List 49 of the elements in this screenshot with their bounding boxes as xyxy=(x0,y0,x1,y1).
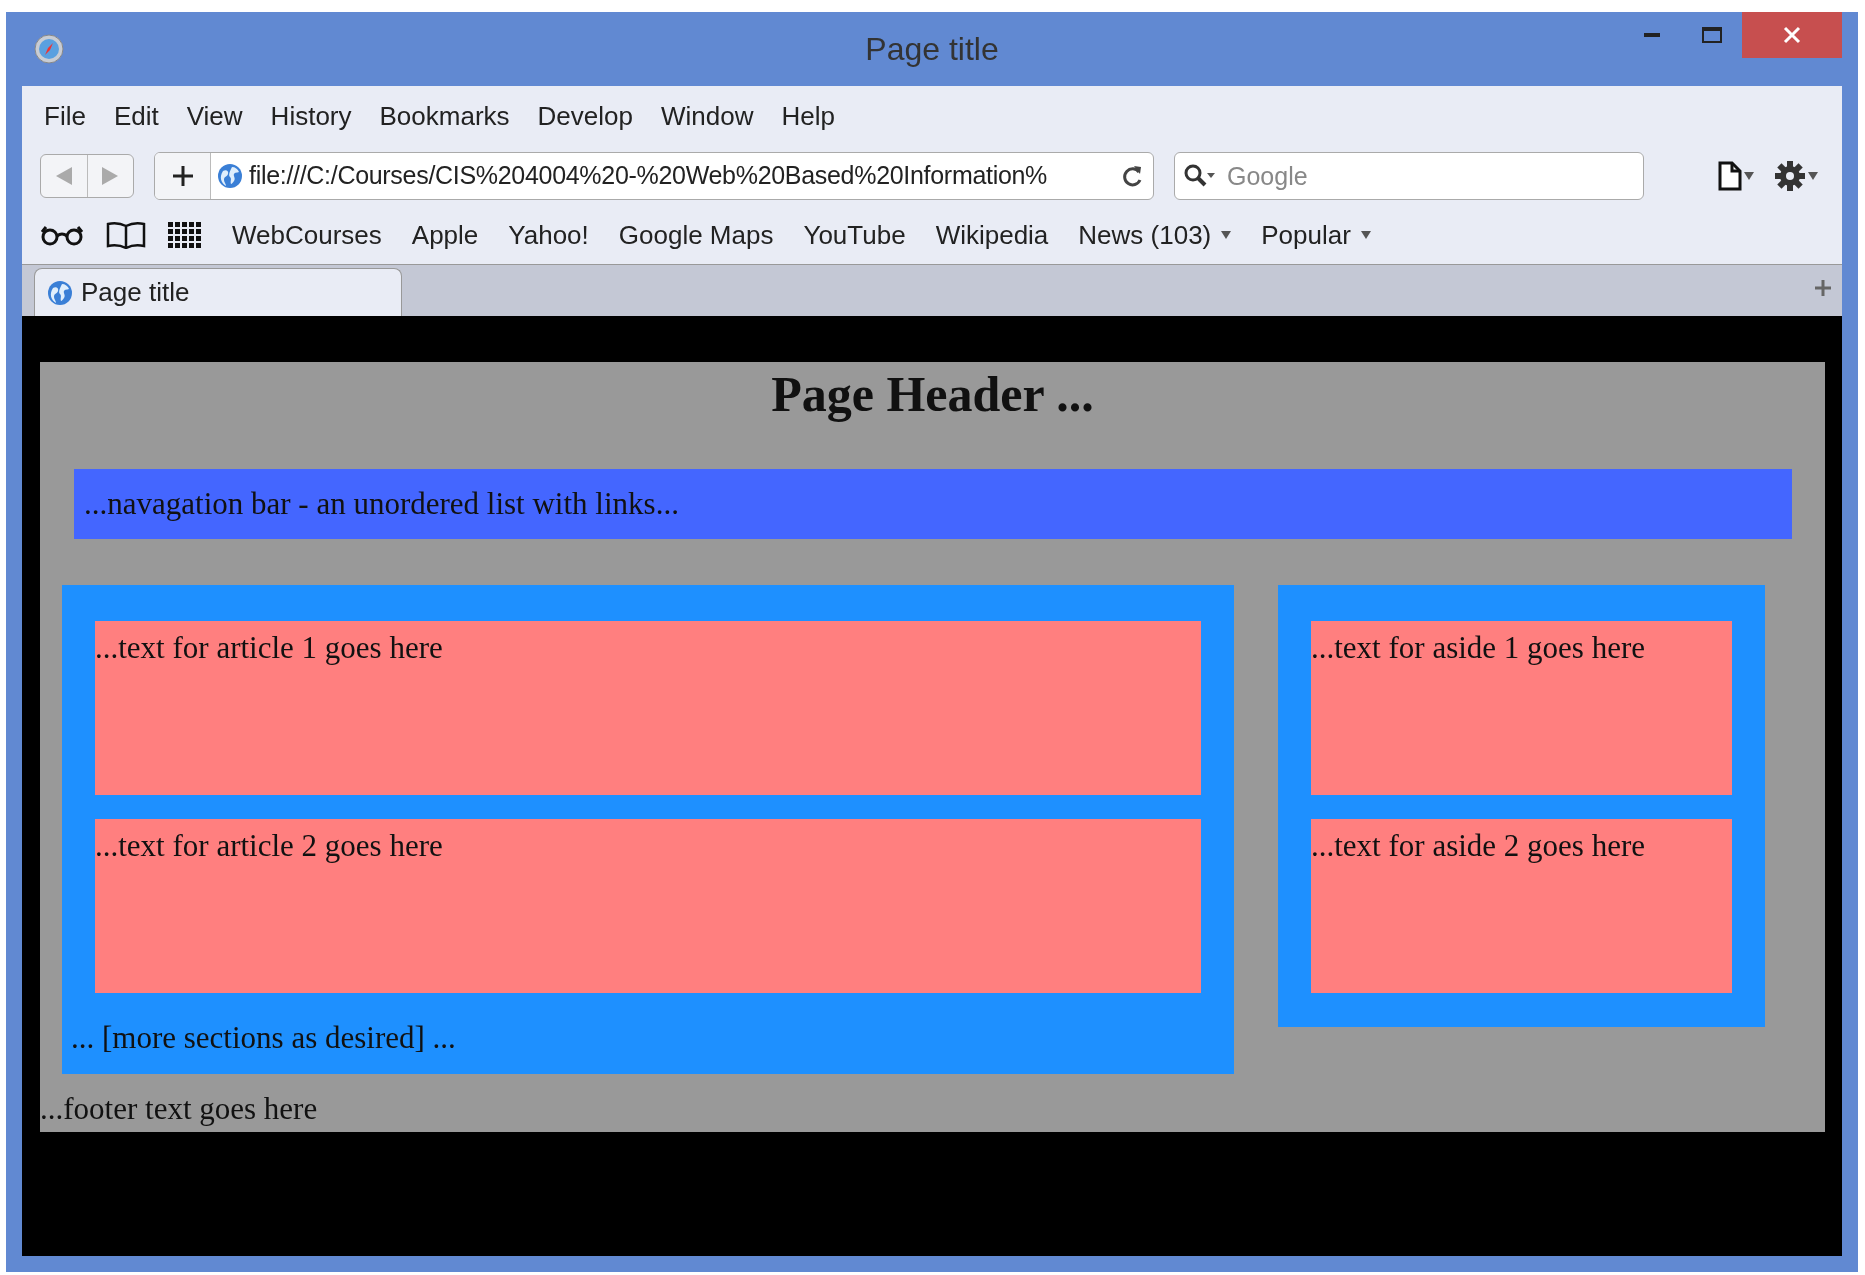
globe-icon xyxy=(47,279,73,306)
page-header: Page Header ... xyxy=(770,365,1095,424)
search-field[interactable]: Google xyxy=(1174,152,1644,200)
bookmark-link[interactable]: Popular xyxy=(1261,215,1371,255)
gear-icon xyxy=(1774,160,1806,192)
bookmark-link[interactable]: YouTube xyxy=(803,215,906,255)
aside-text: ...text for aside 1 goes here xyxy=(1311,629,1645,665)
address-text: file:///C:/Courses/CIS%204004%20-%20Web%20Based%20Information% xyxy=(249,160,1048,192)
menu-item[interactable]: History xyxy=(270,96,352,136)
window-title: Page title xyxy=(865,30,999,69)
settings-button[interactable] xyxy=(1774,160,1818,192)
add-icon[interactable] xyxy=(171,165,194,187)
grid-icon[interactable] xyxy=(168,222,202,248)
article-text: ...text for article 1 goes here xyxy=(95,629,443,665)
bookmark-link[interactable]: News (103) xyxy=(1078,215,1232,255)
page-icon xyxy=(1718,161,1742,191)
compass-icon xyxy=(34,34,64,64)
caret-icon xyxy=(1744,172,1754,180)
menu-item[interactable]: File xyxy=(44,96,86,136)
nav-bar: ...navagation bar - an unordered list with links... xyxy=(74,469,1792,539)
footer-text: ...footer text goes here xyxy=(40,1089,319,1128)
bookmark-link[interactable]: Yahoo! xyxy=(508,215,589,255)
search-icon xyxy=(1184,164,1216,188)
close-button[interactable] xyxy=(1742,12,1842,58)
caret-icon xyxy=(1360,231,1371,239)
menu-item[interactable]: View xyxy=(186,96,243,136)
more-sections-text: ... [more sections as desired] ... xyxy=(71,1018,457,1057)
new-tab-icon[interactable] xyxy=(1814,279,1832,297)
menu-item[interactable]: Develop xyxy=(537,96,633,136)
menu-item[interactable]: Help xyxy=(781,96,835,136)
book-icon[interactable] xyxy=(106,221,146,249)
globe-icon xyxy=(217,163,243,189)
menu-item[interactable]: Edit xyxy=(113,96,159,136)
caret-icon xyxy=(1808,172,1818,180)
close-icon xyxy=(1783,26,1801,44)
bookmark-link[interactable]: Wikipedia xyxy=(935,215,1049,255)
reload-icon[interactable] xyxy=(1121,164,1143,188)
page-menu-button[interactable] xyxy=(1718,161,1754,191)
caret-icon xyxy=(1221,231,1232,239)
article-text: ...text for article 2 goes here xyxy=(95,827,443,863)
browser-tab[interactable]: Page title xyxy=(34,268,402,316)
aside-text: ...text for aside 2 goes here xyxy=(1311,827,1645,863)
address-field[interactable]: file:///C:/Courses/CIS%204004%20-%20Web%20Based%20Information% xyxy=(154,152,1154,200)
glasses-icon[interactable] xyxy=(40,224,84,246)
bookmark-link[interactable]: Apple xyxy=(411,215,479,255)
menu-item[interactable]: Window xyxy=(660,96,754,136)
bookmark-link[interactable]: Google Maps xyxy=(618,215,774,255)
bookmark-link[interactable]: WebCourses xyxy=(232,215,382,255)
menu-item[interactable]: Bookmarks xyxy=(379,96,510,136)
